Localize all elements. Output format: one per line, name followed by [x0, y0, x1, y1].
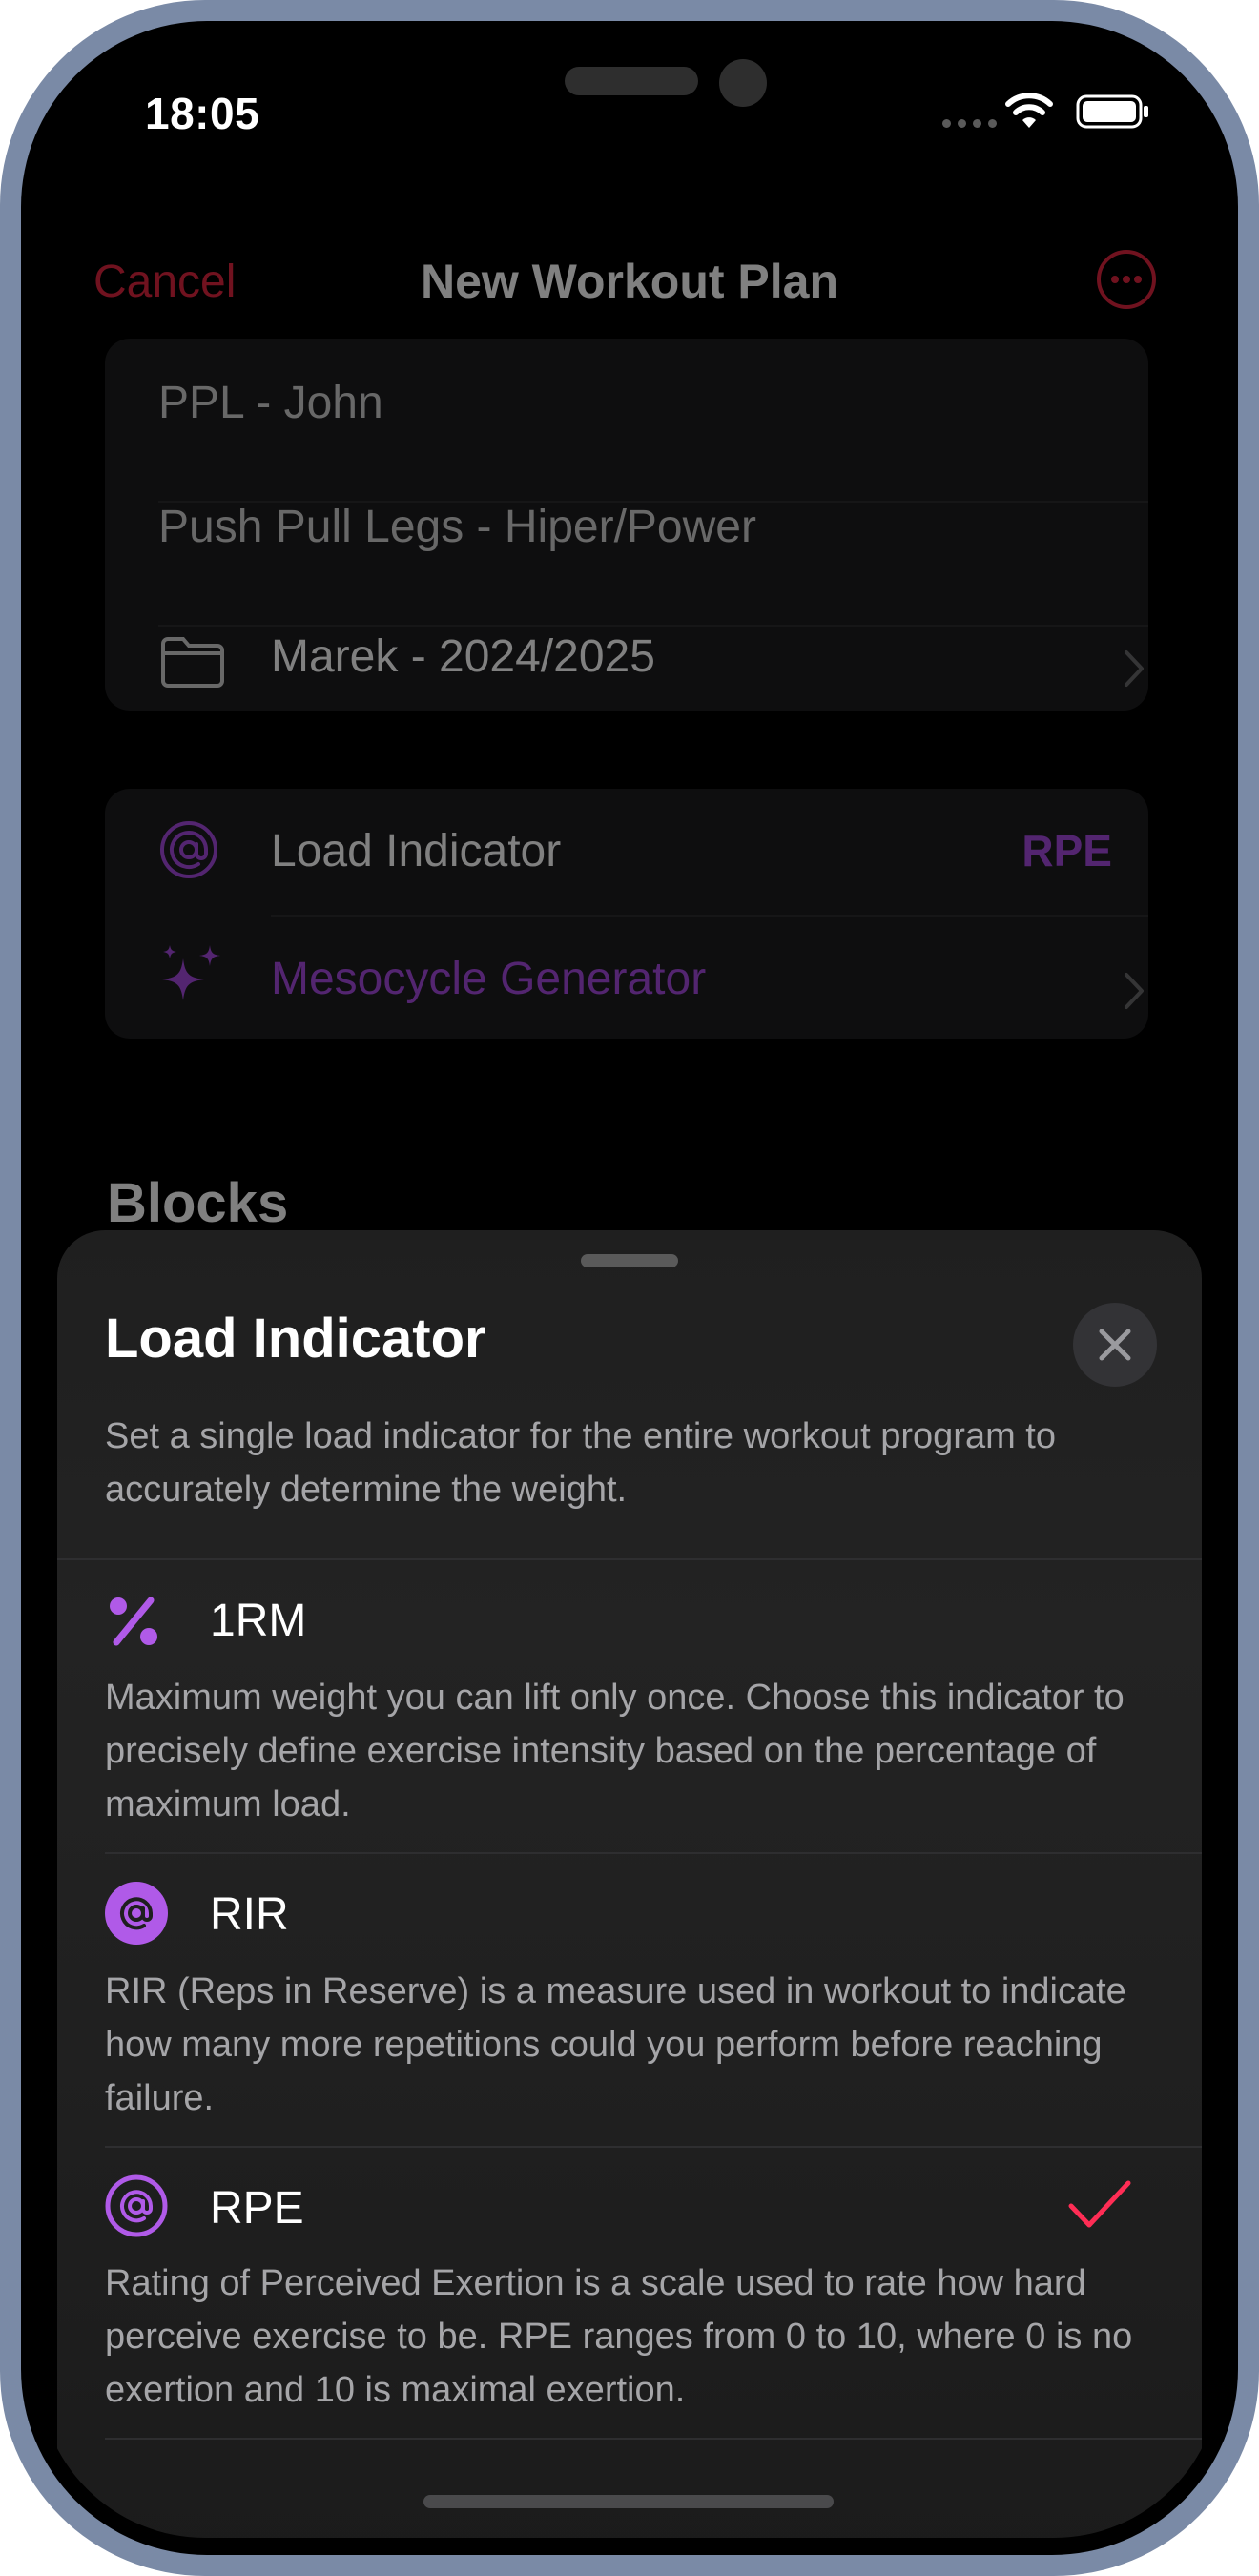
option-title: 1RM	[210, 1596, 307, 1646]
page-title: New Workout Plan	[420, 255, 838, 308]
option-title: RPE	[210, 2183, 304, 2234]
close-icon	[1099, 1329, 1131, 1361]
more-options-icon[interactable]	[1095, 248, 1158, 311]
sheet-description: Set a single load indicator for the enti…	[105, 1416, 1056, 1510]
divider	[271, 915, 1148, 917]
divider	[105, 2146, 1202, 2148]
load-indicator-value[interactable]: RPE	[1022, 825, 1112, 876]
at-circle-icon	[105, 2174, 168, 2237]
plan-name-field[interactable]: PPL - John	[158, 377, 383, 429]
home-indicator[interactable]	[423, 2495, 834, 2508]
plan-description-field[interactable]: Push Pull Legs - Hiper/Power	[158, 501, 756, 553]
blocks-section-title: Blocks	[107, 1172, 289, 1234]
folder-icon	[161, 637, 224, 688]
load-indicator-label[interactable]: Load Indicator	[271, 825, 561, 877]
plan-details-card: PPL - John Push Pull Legs - Hiper/Power …	[105, 339, 1148, 711]
sheet-grabber[interactable]	[581, 1254, 678, 1267]
chevron-right-icon	[1125, 650, 1144, 687]
divider	[105, 2438, 1202, 2440]
checkmark-icon	[1068, 2180, 1131, 2228]
mesocycle-generator-link[interactable]: Mesocycle Generator	[271, 953, 706, 1005]
folder-label[interactable]: Marek - 2024/2025	[271, 630, 655, 683]
option-title: RIR	[210, 1889, 289, 1940]
close-button[interactable]	[1073, 1303, 1157, 1387]
chevron-right-icon	[1125, 973, 1144, 1009]
screen: 18:05 Cancel New Workout Plan PPL - John…	[38, 38, 1221, 2538]
at-circle-icon	[160, 821, 217, 878]
at-circle-icon	[105, 1882, 168, 1945]
load-indicator-sheet: Load Indicator Set a single load indicat…	[57, 1230, 1202, 2538]
percent-icon	[110, 1597, 157, 1646]
divider	[57, 1558, 1202, 1560]
settings-card: Load Indicator RPE Mesocycle Generator	[105, 789, 1148, 1039]
divider	[158, 625, 1148, 627]
option-description: RIR (Reps in Reserve) is a measure used …	[105, 1971, 1126, 2118]
sparkles-icon	[162, 945, 220, 1000]
divider	[105, 1852, 1202, 1854]
option-description: Maximum weight you can lift only once. C…	[105, 1678, 1125, 1824]
option-description: Rating of Perceived Exertion is a scale …	[105, 2263, 1133, 2410]
sheet-title: Load Indicator	[105, 1308, 486, 1370]
